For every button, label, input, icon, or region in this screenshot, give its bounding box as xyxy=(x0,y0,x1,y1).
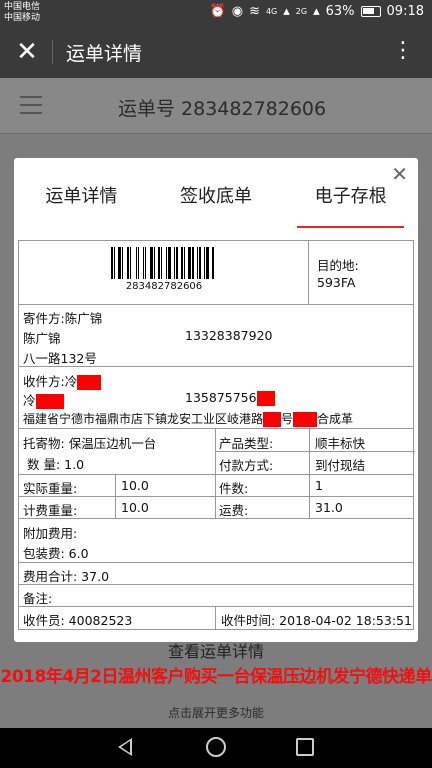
app-bar: ✕ 运单详情 ⋮ xyxy=(0,26,432,78)
divider xyxy=(52,40,53,64)
tab-bar: 运单详情 签收底单 电子存根 xyxy=(14,178,418,228)
payment-value: 到付现结 xyxy=(315,458,366,473)
battery-icon xyxy=(360,6,381,17)
tab-waybill-detail[interactable]: 运单详情 xyxy=(14,178,149,226)
redaction xyxy=(77,375,102,390)
wifi-icon: ≋ xyxy=(249,4,260,19)
eye-icon: ◉ xyxy=(231,4,244,19)
billing-weight-label: 计费重量: xyxy=(23,503,78,518)
network-1: 4G xyxy=(265,7,278,16)
close-icon[interactable]: ✕ xyxy=(14,39,40,65)
clock: 09:18 xyxy=(386,4,424,19)
actual-weight-label: 实际重量: xyxy=(23,481,78,496)
courier: 收件员: 40082523 xyxy=(23,613,133,628)
redaction xyxy=(35,394,64,409)
waybill-header: 运单号 283482782606 xyxy=(0,78,432,134)
tab-signed-receipt[interactable]: 签收底单 xyxy=(149,178,284,226)
total-fee: 费用合计: 37.0 xyxy=(23,569,110,584)
barcode-number: 283482782606 xyxy=(125,281,203,292)
tab-electronic-stub[interactable]: 电子存根 xyxy=(283,178,418,228)
product-type-value: 顺丰标快 xyxy=(315,436,366,451)
goods: 托寄物: 保温压边机一台 xyxy=(23,436,157,451)
page-title: 运单详情 xyxy=(66,43,143,65)
payment-label: 付款方式: xyxy=(219,458,274,473)
receiver-address: 福建省宁德市福鼎市店下镇龙安工业区岐港路号合成革 xyxy=(23,412,354,427)
redaction xyxy=(293,412,318,427)
pieces-label: 件数: xyxy=(219,481,249,496)
barcode-box: 283482782606 xyxy=(19,241,309,304)
barcode-row: 283482782606 目的地: 593FA xyxy=(19,241,413,305)
freight-value: 31.0 xyxy=(315,500,343,515)
receiver-contact: 冷 xyxy=(23,390,64,409)
receiver-label: 收件方:冷 xyxy=(23,371,102,390)
more-menu-icon[interactable]: ⋮ xyxy=(392,38,414,64)
expand-more-link[interactable]: 点击展开更多功能 xyxy=(0,704,432,721)
sender-address: 八一路132号 xyxy=(23,351,97,366)
destination-value: 593FA xyxy=(317,275,356,290)
extra-fee-row: 附加费用: 包装费: 6.0 xyxy=(19,519,413,563)
menu-icon[interactable] xyxy=(20,96,42,120)
waybill-form: 283482782606 目的地: 593FA 寄件方:陈广锦 陈广锦 1332… xyxy=(18,240,415,630)
remark-row: 备注: xyxy=(19,585,413,607)
total-row: 费用合计: 37.0 xyxy=(19,563,413,585)
billing-weight-row: 计费重量: 10.0 运费: 31.0 xyxy=(19,497,413,519)
redaction xyxy=(256,391,275,406)
freight-label: 运费: xyxy=(219,503,249,518)
sender-label: 寄件方:陈广锦 xyxy=(23,311,103,326)
billing-weight-value: 10.0 xyxy=(121,500,149,515)
network-2: 2G xyxy=(295,7,308,16)
system-nav-bar xyxy=(0,728,432,768)
alarm-icon: ⏰ xyxy=(209,4,226,19)
status-icons: ⏰ ◉ ≋ 4G ▴ 2G ▴ 63% 09:18 xyxy=(210,4,424,19)
goods-row: 托寄物: 保温压边机一台 数 量: 1.0 产品类型: 顺丰标快 付款方式: 到… xyxy=(19,429,415,475)
actual-weight-row: 实际重量: 10.0 件数: 1 xyxy=(19,475,413,497)
stub-modal: ✕ 运单详情 签收底单 电子存根 283482782606 目的地: 593FA… xyxy=(14,158,418,642)
annotation-banner: 2018年4月2日温州客户购买一台保温压边机发宁德快递单 xyxy=(0,667,432,687)
courier-row: 收件员: 40082523 收件时间: 2018-04-02 18:53:51 xyxy=(19,607,413,629)
redaction xyxy=(263,412,282,427)
quantity: 数 量: 1.0 xyxy=(27,457,85,472)
destination-label: 目的地: xyxy=(317,258,359,273)
receiver-name: 冷 xyxy=(64,374,78,389)
sender-name: 陈广锦 xyxy=(64,311,103,326)
sender-contact-name: 陈广锦 xyxy=(23,331,61,346)
waybill-number: 运单号 283482782606 xyxy=(118,98,327,120)
battery-percent: 63% xyxy=(325,4,355,19)
receiver-row: 收件方:冷 冷 135875756 福建省宁德市福鼎市店下镇龙安工业区岐港路号合… xyxy=(19,367,413,429)
home-icon[interactable] xyxy=(206,737,226,757)
carrier-1: 中国电信 xyxy=(4,2,41,12)
signal-icon-2: ▴ xyxy=(313,4,320,19)
carrier-2: 中国移动 xyxy=(4,13,41,23)
recent-apps-icon[interactable] xyxy=(296,738,314,756)
receiver-phone: 135875756 xyxy=(185,390,275,406)
signal-icon: ▴ xyxy=(283,4,290,19)
extra-fee-label: 附加费用: xyxy=(23,526,78,541)
sender-phone: 13328387920 xyxy=(185,328,273,343)
status-bar: 中国电信 中国移动 ⏰ ◉ ≋ 4G ▴ 2G ▴ 63% 09:18 xyxy=(0,0,432,26)
sender-row: 寄件方:陈广锦 陈广锦 13328387920 八一路132号 xyxy=(19,305,413,367)
remark-label: 备注: xyxy=(23,591,53,606)
carrier-info: 中国电信 中国移动 xyxy=(4,2,40,24)
pickup-time: 收件时间: 2018-04-02 18:53:51 xyxy=(221,613,412,628)
pieces-value: 1 xyxy=(315,478,323,493)
barcode-icon xyxy=(111,247,219,279)
packing-fee: 包装费: 6.0 xyxy=(23,546,89,561)
product-type-label: 产品类型: xyxy=(219,436,274,451)
back-icon[interactable] xyxy=(118,738,132,756)
actual-weight-value: 10.0 xyxy=(121,478,149,493)
